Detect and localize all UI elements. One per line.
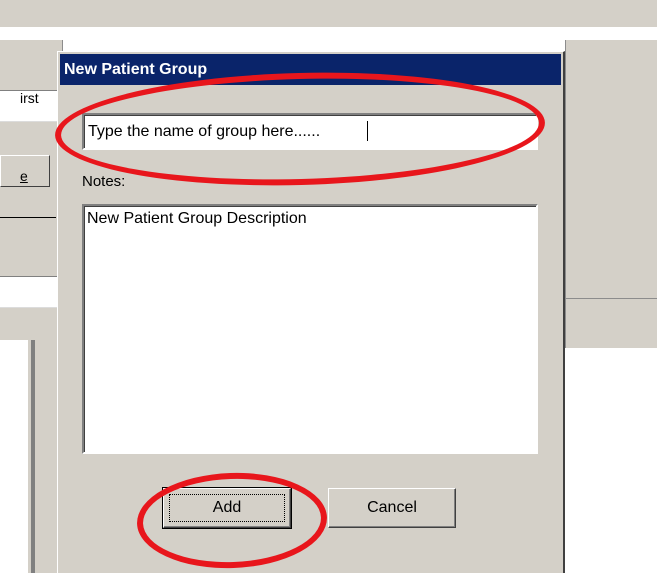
notes-textarea[interactable]: New Patient Group Description [82,204,538,454]
background-list[interactable] [0,340,31,573]
background-toolbar [0,0,657,27]
background-label-first: irst [20,90,39,106]
background-right-panel [565,40,657,348]
add-button[interactable]: Add [162,487,292,529]
cancel-button[interactable]: Cancel [328,488,456,528]
new-patient-group-dialog: New Patient Group Notes: New Patient Gro… [57,51,565,573]
dialog-title-bar[interactable]: New Patient Group [60,54,561,85]
dialog-title: New Patient Group [64,61,208,78]
background-list-panel [0,330,42,573]
notes-label: Notes: [82,173,126,190]
cancel-button-label: Cancel [367,499,417,516]
text-caret [367,121,368,141]
focus-rectangle [169,494,285,522]
background-divider [0,217,56,218]
background-label-e: e [20,168,28,184]
background-field[interactable] [0,276,60,308]
group-name-input[interactable] [82,113,538,150]
